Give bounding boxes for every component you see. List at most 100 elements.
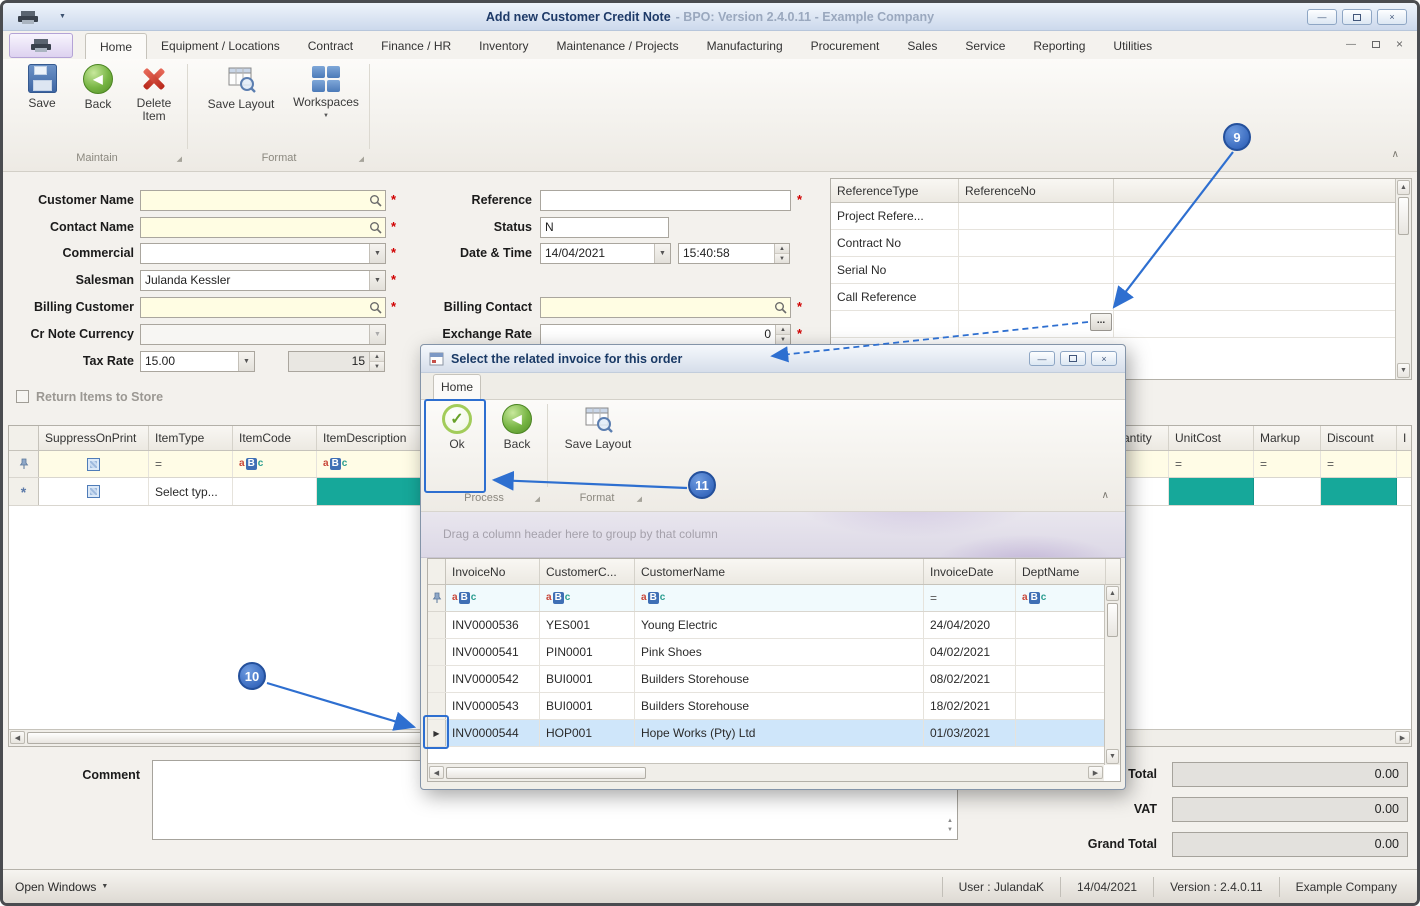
abc-filter-icon[interactable]: aBc — [546, 592, 570, 604]
exchange-rate-field[interactable]: 0 ▲ ▼ — [540, 324, 791, 345]
col-dept-name[interactable]: DeptName — [1016, 559, 1106, 584]
col-invoice-date[interactable]: InvoiceDate — [924, 559, 1016, 584]
search-icon[interactable] — [774, 301, 787, 314]
time-field[interactable]: 15:40:58 ▲ ▼ — [678, 243, 790, 264]
invoice-grid-vscrollbar[interactable]: ▲ ▼ — [1104, 585, 1120, 765]
customer-name-field[interactable] — [140, 190, 386, 211]
dropdown-arrow-icon[interactable]: ▼ — [369, 244, 385, 263]
dropdown-arrow-icon[interactable]: ▼ — [238, 352, 254, 371]
scroll-right-icon[interactable]: ▶ — [1395, 731, 1410, 744]
invoice-row[interactable]: INV0000542 BUI0001 Builders Storehouse 0… — [428, 666, 1120, 693]
equals-filter-icon[interactable]: = — [1175, 457, 1182, 471]
dropdown-arrow-icon[interactable]: ▼ — [654, 244, 670, 263]
tab-manufacturing[interactable]: Manufacturing — [693, 33, 797, 59]
invoice-row[interactable]: INV0000536 YES001 Young Electric 24/04/2… — [428, 612, 1120, 639]
tax-rate-dropdown[interactable]: 15.00 ▼ — [140, 351, 255, 372]
col-invoice-no[interactable]: InvoiceNo — [446, 559, 540, 584]
col-customer-name[interactable]: CustomerName — [635, 559, 924, 584]
equals-filter-icon[interactable]: = — [155, 457, 162, 471]
col-clipped[interactable]: I — [1397, 426, 1413, 450]
tab-finance-hr[interactable]: Finance / HR — [367, 33, 465, 59]
reference-row[interactable]: Serial No — [831, 257, 1411, 284]
search-icon[interactable] — [369, 194, 382, 207]
invoice-filter-row[interactable]: aBc aBc aBc = aBc — [428, 585, 1120, 612]
collapse-ribbon-icon[interactable]: ∧ — [1392, 149, 1399, 160]
reference-browse-button[interactable]: ... — [1090, 313, 1112, 331]
cr-note-currency-dropdown[interactable]: ▼ — [140, 324, 386, 345]
date-field[interactable]: 14/04/2021 ▼ — [540, 243, 671, 264]
tax-rate-spinner[interactable]: 15 ▲ ▼ — [288, 351, 385, 372]
scroll-thumb[interactable] — [1398, 197, 1409, 235]
abc-filter-icon[interactable]: aBc — [1022, 592, 1046, 604]
scroll-up-icon[interactable]: ▲ — [1106, 586, 1119, 601]
col-markup[interactable]: Markup — [1254, 426, 1321, 450]
dialog-minimize-button[interactable]: — — [1029, 351, 1055, 366]
group-launcher-icon[interactable]: ◢ — [359, 155, 364, 163]
col-customer-code[interactable]: CustomerC... — [540, 559, 635, 584]
scroll-down-icon[interactable]: ▼ — [1397, 363, 1410, 378]
discount-cell[interactable] — [1321, 478, 1397, 505]
tab-procurement[interactable]: Procurement — [797, 33, 894, 59]
collapse-ribbon-icon[interactable]: ∧ — [1102, 490, 1109, 501]
reference-grid-vscrollbar[interactable]: ▲ ▼ — [1395, 179, 1411, 379]
minimize-button[interactable]: — — [1307, 9, 1337, 25]
mdi-close-icon[interactable]: × — [1396, 37, 1403, 51]
checkbox-filter-icon[interactable] — [87, 457, 100, 471]
comment-scroll-icons[interactable]: ▲ ▼ — [944, 818, 956, 833]
salesman-dropdown[interactable]: Julanda Kessler ▼ — [140, 270, 386, 291]
group-launcher-icon[interactable]: ◢ — [637, 495, 642, 503]
maximize-button[interactable] — [1342, 9, 1372, 25]
dialog-back-button[interactable]: ◀ Back — [491, 404, 543, 451]
search-icon[interactable] — [369, 221, 382, 234]
reference-row[interactable]: Contract No — [831, 230, 1411, 257]
reference-row[interactable]: Project Refere... — [831, 203, 1411, 230]
scroll-left-icon[interactable]: ◀ — [429, 766, 444, 779]
billing-contact-field[interactable] — [540, 297, 791, 318]
invoice-grid-hscrollbar[interactable]: ◀ ▶ — [428, 763, 1104, 781]
reference-edit-row[interactable] — [831, 311, 1411, 338]
col-unit-cost[interactable]: UnitCost — [1169, 426, 1254, 450]
abc-filter-icon[interactable]: aBc — [323, 458, 347, 470]
tab-home[interactable]: Home — [85, 33, 148, 59]
tab-inventory[interactable]: Inventory — [465, 33, 542, 59]
col-item-code[interactable]: ItemCode — [233, 426, 317, 450]
status-field[interactable]: N — [540, 217, 669, 238]
unit-cost-cell[interactable] — [1169, 478, 1254, 505]
item-type-prompt[interactable]: Select typ... — [149, 478, 233, 505]
invoice-row-selected[interactable]: ▶ INV0000544 HOP001 Hope Works (Pty) Ltd… — [428, 720, 1120, 747]
close-button[interactable]: × — [1377, 9, 1407, 25]
application-menu-button[interactable] — [9, 33, 73, 58]
open-windows-button[interactable]: Open Windows ▼ — [15, 870, 108, 903]
workspaces-button[interactable]: Workspaces ▼ — [291, 64, 361, 123]
group-launcher-icon[interactable]: ◢ — [535, 495, 540, 503]
tab-equipment-locations[interactable]: Equipment / Locations — [147, 33, 294, 59]
search-icon[interactable] — [369, 301, 382, 314]
save-layout-button[interactable]: Save Layout — [199, 64, 283, 111]
reference-row[interactable]: Call Reference — [831, 284, 1411, 311]
mdi-restore-icon[interactable] — [1371, 40, 1380, 48]
billing-customer-field[interactable] — [140, 297, 386, 318]
scroll-thumb[interactable] — [446, 767, 646, 779]
tab-utilities[interactable]: Utilities — [1099, 33, 1166, 59]
col-reference-type[interactable]: ReferenceType — [831, 179, 959, 202]
checkbox-icon[interactable] — [87, 485, 100, 498]
scroll-left-icon[interactable]: ◀ — [10, 731, 25, 744]
abc-filter-icon[interactable]: aBc — [452, 592, 476, 604]
col-reference-no[interactable]: ReferenceNo — [959, 179, 1114, 202]
scroll-down-icon[interactable]: ▼ — [1106, 749, 1119, 764]
mdi-minimize-icon[interactable]: — — [1346, 39, 1356, 50]
spinner-arrows-icon[interactable]: ▲ ▼ — [775, 325, 790, 344]
group-launcher-icon[interactable]: ◢ — [177, 155, 182, 163]
dialog-ok-button[interactable]: ✓ Ok — [431, 404, 483, 451]
commercial-dropdown[interactable]: ▼ — [140, 243, 386, 264]
tab-contract[interactable]: Contract — [294, 33, 367, 59]
dialog-close-button[interactable]: × — [1091, 351, 1117, 366]
contact-name-field[interactable] — [140, 217, 386, 238]
spinner-arrows-icon[interactable]: ▲ ▼ — [369, 352, 384, 371]
back-button[interactable]: ◀ Back — [71, 64, 125, 111]
tab-maintenance-projects[interactable]: Maintenance / Projects — [543, 33, 693, 59]
tab-sales[interactable]: Sales — [893, 33, 951, 59]
equals-filter-icon[interactable]: = — [1327, 457, 1334, 471]
equals-filter-icon[interactable]: = — [930, 591, 937, 605]
invoice-row[interactable]: INV0000543 BUI0001 Builders Storehouse 1… — [428, 693, 1120, 720]
